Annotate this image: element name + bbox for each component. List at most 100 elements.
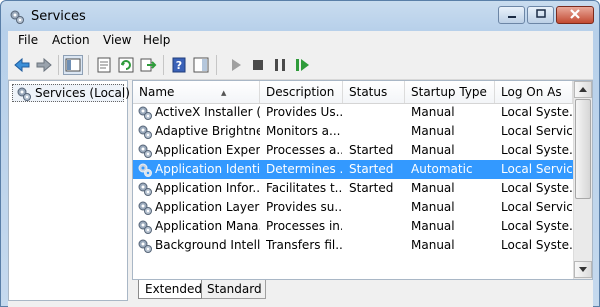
service-status: Started: [349, 143, 394, 157]
service-description: Provides Us...: [266, 105, 342, 119]
client-area: Services (Local) ▲ Name Description Stat…: [8, 80, 593, 301]
table-row[interactable]: Application Experi... Processes a... Sta…: [133, 141, 573, 160]
service-description: Provides su...: [266, 200, 342, 214]
service-startup-type: Manual: [411, 143, 455, 157]
pause-service-icon[interactable]: [270, 55, 290, 75]
column-header-name[interactable]: ▲ Name: [133, 81, 260, 103]
sort-ascending-icon: ▲: [221, 89, 227, 97]
service-description: Processes a...: [266, 143, 342, 157]
scroll-down-arrow-icon[interactable]: [574, 261, 592, 278]
toolbar: ?: [8, 51, 593, 80]
toolbar-separator: [163, 55, 164, 75]
restart-service-icon[interactable]: [292, 55, 312, 75]
service-gear-icon: [137, 143, 153, 159]
start-service-icon[interactable]: [226, 55, 246, 75]
toolbar-separator: [216, 55, 217, 75]
service-status: [349, 236, 404, 255]
service-log-on-as: Local Syste...: [501, 105, 572, 119]
table-row[interactable]: Application Mana... Processes in... Manu…: [133, 217, 573, 236]
service-startup-type: Manual: [411, 200, 455, 214]
forward-arrow-icon[interactable]: [34, 55, 54, 75]
service-startup-type: Manual: [411, 238, 455, 252]
minimize-button[interactable]: [498, 6, 525, 24]
menu-help[interactable]: Help: [143, 33, 170, 47]
service-status: [349, 103, 404, 122]
service-status: [349, 198, 404, 217]
service-gear-icon: [137, 181, 153, 197]
service-description: Monitors a...: [266, 124, 341, 138]
service-name: ActiveX Installer (...: [155, 105, 260, 119]
tab-standard[interactable]: Standard: [200, 280, 266, 299]
properties-icon[interactable]: [94, 55, 114, 75]
menu-view[interactable]: View: [103, 33, 131, 47]
table-row[interactable]: Application Layer ... Provides su... Man…: [133, 198, 573, 217]
table-row[interactable]: Adaptive Brightness Monitors a... Manual…: [133, 122, 573, 141]
table-row[interactable]: Application Infor... Facilitates t... St…: [133, 179, 573, 198]
service-description: Transfers fil...: [266, 238, 342, 252]
service-status: Started: [349, 181, 394, 195]
service-startup-type: Manual: [411, 219, 455, 233]
export-list-icon[interactable]: [138, 55, 158, 75]
service-gear-icon: [137, 238, 153, 254]
service-gear-icon: [137, 124, 153, 140]
toolbar-separator: [88, 55, 89, 75]
vertical-scrollbar[interactable]: [573, 81, 592, 279]
service-startup-type: Manual: [411, 124, 455, 138]
table-row-selected[interactable]: Application Identity Determines ... Star…: [133, 160, 573, 179]
service-log-on-as: Local Syste...: [501, 143, 572, 157]
service-status: [349, 217, 404, 236]
column-header-log-on-as[interactable]: Log On As: [495, 81, 573, 103]
service-startup-type: Manual: [411, 105, 455, 119]
refresh-icon[interactable]: [116, 55, 136, 75]
menu-action[interactable]: Action: [52, 33, 90, 47]
menu-file[interactable]: File: [18, 33, 38, 47]
column-header-startup-type[interactable]: Startup Type: [405, 81, 495, 103]
stop-service-icon[interactable]: [248, 55, 268, 75]
list-header: ▲ Name Description Status Startup Type L…: [133, 81, 573, 104]
title-bar[interactable]: Services: [1, 1, 599, 31]
show-action-pane-icon[interactable]: [191, 55, 211, 75]
table-row[interactable]: ActiveX Installer (... Provides Us... Ma…: [133, 103, 573, 122]
close-button[interactable]: [556, 6, 594, 24]
services-window: Services File Action View Help ? Service…: [0, 0, 600, 307]
column-header-description[interactable]: Description: [260, 81, 343, 103]
help-icon[interactable]: ?: [169, 55, 189, 75]
scrollbar-thumb[interactable]: [575, 99, 591, 199]
maximize-button[interactable]: [527, 6, 554, 24]
service-name: Background Intelli...: [155, 238, 260, 252]
service-startup-type: Manual: [411, 181, 455, 195]
service-description: Facilitates t...: [266, 181, 342, 195]
service-description: Determines ...: [266, 162, 342, 176]
service-log-on-as: Local Syste...: [501, 219, 572, 233]
service-status: Started: [349, 162, 394, 176]
svg-text:?: ?: [176, 59, 182, 72]
tab-extended[interactable]: Extended: [138, 280, 202, 299]
service-gear-icon: [137, 200, 153, 216]
services-gear-icon: [9, 9, 25, 25]
tree-node-services-local[interactable]: Services (Local): [12, 84, 130, 105]
status-bar: [8, 301, 593, 307]
services-gear-icon: [16, 86, 32, 105]
service-name: Application Mana...: [155, 219, 260, 233]
service-name: Application Experi...: [155, 143, 260, 157]
service-log-on-as: Local Service: [501, 124, 572, 138]
scroll-up-arrow-icon[interactable]: [574, 81, 592, 98]
console-tree: Services (Local): [8, 80, 130, 301]
service-log-on-as: Local Service: [501, 200, 572, 214]
view-tabs: Standard Extended: [132, 280, 593, 301]
services-list: ▲ Name Description Status Startup Type L…: [132, 80, 593, 280]
show-hide-console-tree-icon[interactable]: [63, 55, 83, 75]
window-title: Services: [31, 9, 86, 24]
menu-bar: File Action View Help: [8, 31, 593, 51]
service-startup-type: Automatic: [411, 162, 473, 176]
service-log-on-as: Local Syste...: [501, 238, 572, 252]
service-name: Application Layer ...: [155, 200, 260, 214]
service-name: Adaptive Brightness: [155, 124, 260, 138]
column-header-status[interactable]: Status: [343, 81, 405, 103]
service-status: [349, 122, 404, 141]
service-description: Processes in...: [266, 219, 342, 233]
service-gear-icon: [137, 105, 153, 121]
back-arrow-icon[interactable]: [12, 55, 32, 75]
table-row[interactable]: Background Intelli... Transfers fil... M…: [133, 236, 573, 255]
service-gear-icon: [137, 162, 153, 178]
